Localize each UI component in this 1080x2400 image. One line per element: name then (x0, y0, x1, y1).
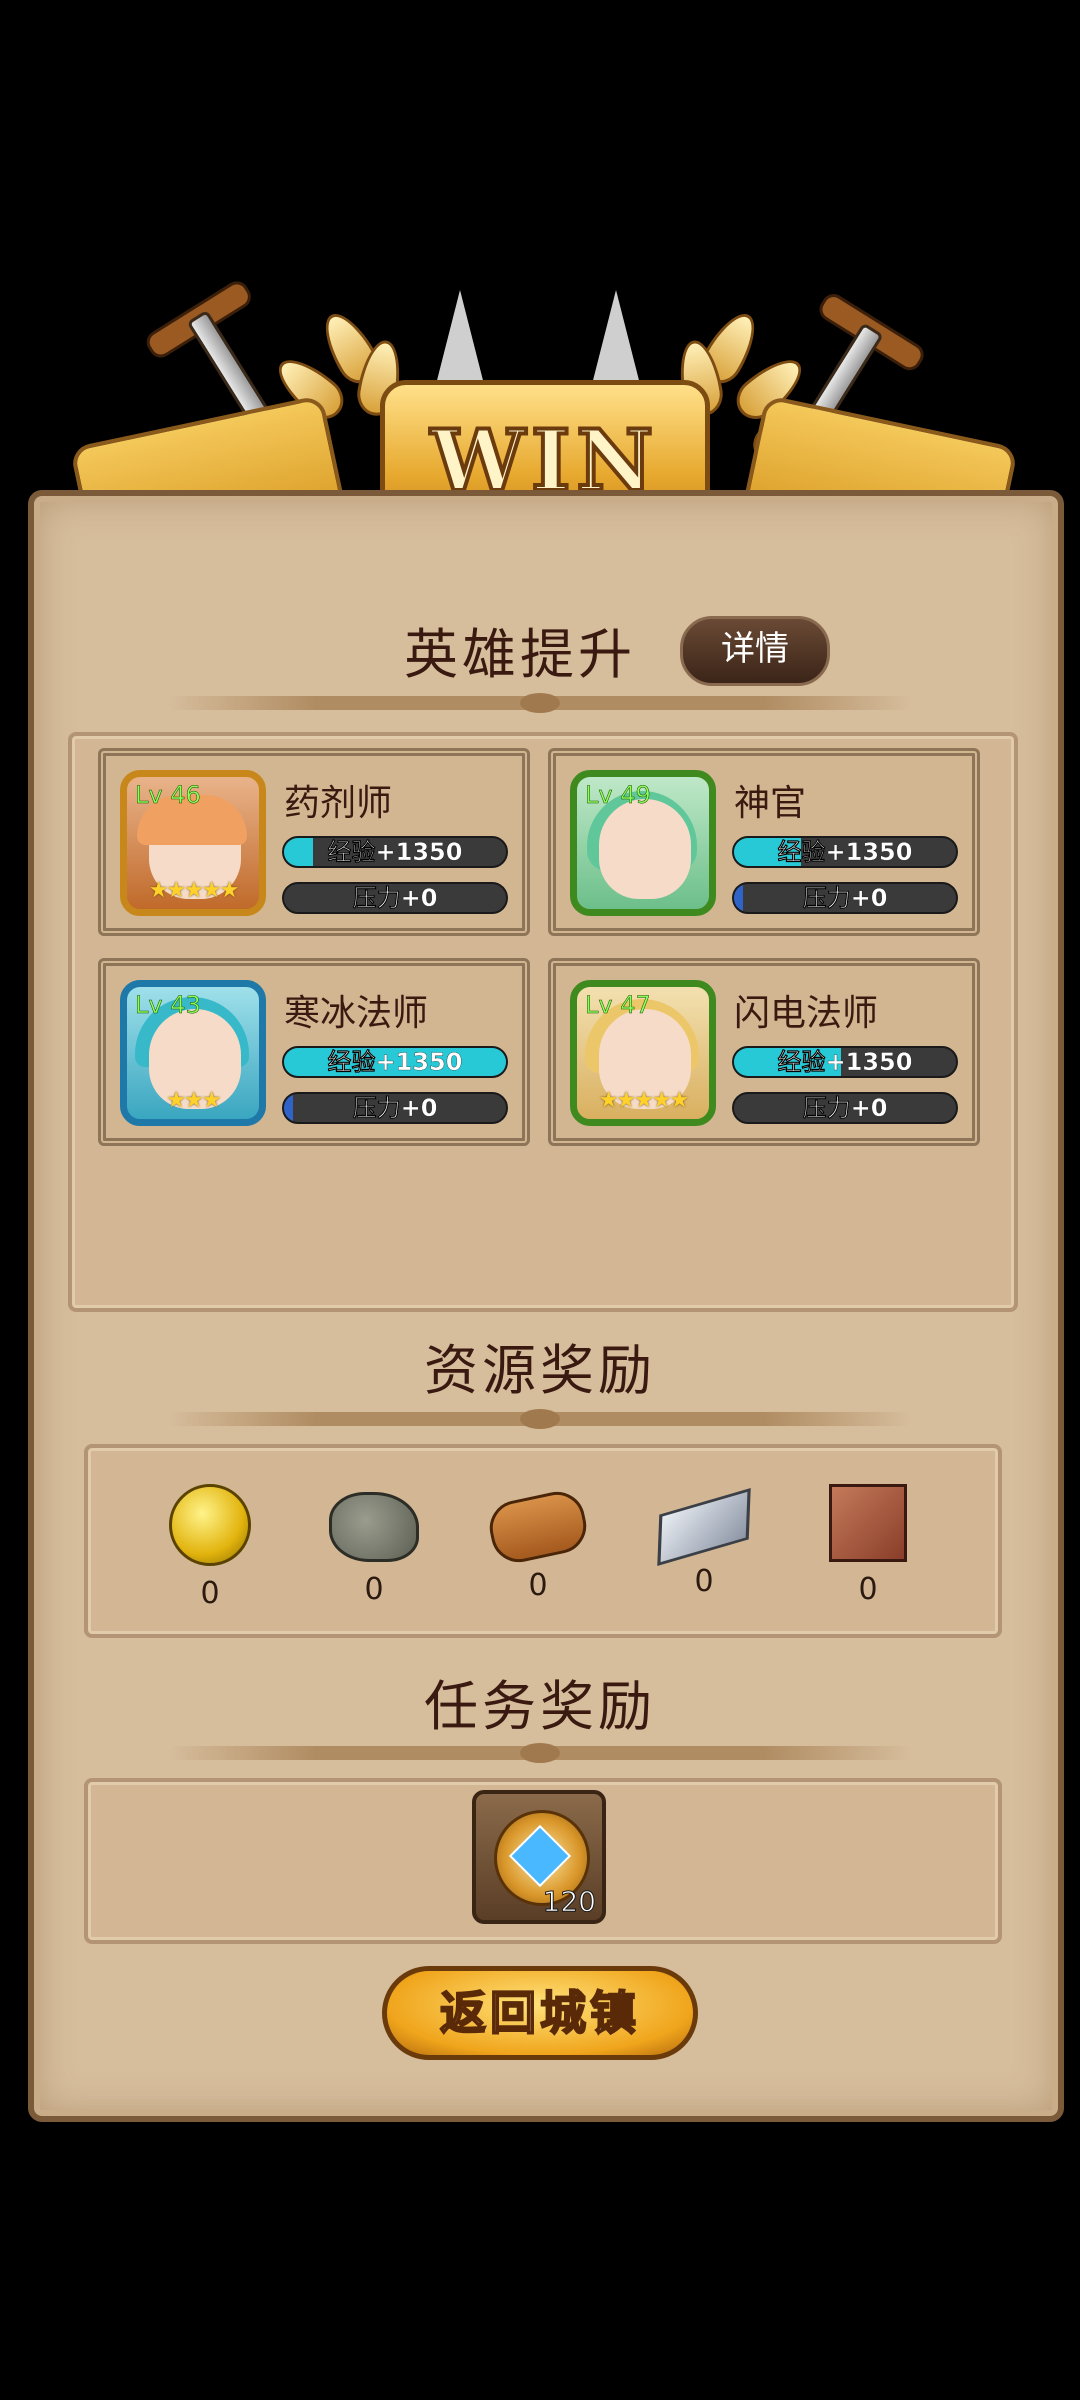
resource-section-title: 资源奖励 (424, 1339, 656, 1402)
hero-stars: ★★★★★ (148, 878, 240, 903)
resource-item: 0 (808, 1484, 928, 1607)
hero-level: Lv 46 (135, 781, 201, 810)
iron-ingot-icon (657, 1488, 751, 1566)
hero-card[interactable]: Lv 49 神官 经验+1350 压力+0 (548, 748, 980, 936)
resource-item: 0 (314, 1484, 434, 1607)
hero-level: Lv 49 (585, 781, 651, 810)
resource-count: 0 (694, 1564, 714, 1599)
stone-icon (329, 1492, 419, 1562)
hero-face-icon (599, 799, 691, 899)
hero-level: Lv 43 (135, 991, 201, 1020)
hero-level: Lv 47 (585, 991, 651, 1020)
hero-portrait: Lv 47 ★★★★★ (570, 980, 716, 1126)
exp-bar: 经验+1350 (732, 1046, 958, 1078)
divider-ornament-icon (520, 1743, 560, 1763)
gold-coin-icon (169, 1484, 251, 1566)
resource-count: 0 (364, 1572, 384, 1607)
exp-bar: 经验+1350 (732, 836, 958, 868)
exp-text: 经验+1350 (777, 1048, 913, 1076)
pressure-bar: 压力+0 (732, 882, 958, 914)
divider-ornament-icon (520, 1409, 560, 1429)
resource-item: 0 (644, 1484, 764, 1599)
mission-reward-count: 120 (542, 1885, 596, 1919)
exp-text: 经验+1350 (327, 1048, 463, 1076)
exp-text: 经验+1350 (327, 838, 463, 866)
hero-stars: ★★★ (166, 1088, 221, 1113)
resource-count: 0 (200, 1576, 220, 1611)
return-to-town-button[interactable]: 返回城镇 (382, 1966, 698, 2060)
hero-name: 闪电法师 (734, 993, 879, 1034)
resource-item: 0 (478, 1484, 598, 1603)
pressure-bar: 压力+0 (282, 1092, 508, 1124)
pressure-text: 压力+0 (802, 884, 888, 912)
hero-name: 寒冰法师 (284, 993, 429, 1034)
resource-count: 0 (528, 1568, 548, 1603)
hero-portrait: Lv 49 (570, 770, 716, 916)
hero-stars: ★★★★★ (598, 1088, 690, 1113)
hero-portrait: Lv 43 ★★★ (120, 980, 266, 1126)
detail-button[interactable]: 详情 (680, 616, 830, 686)
hero-card[interactable]: Lv 47 ★★★★★ 闪电法师 经验+1350 压力+0 (548, 958, 980, 1146)
pressure-bar: 压力+0 (732, 1092, 958, 1124)
hero-section-title: 英雄提升 (404, 623, 636, 686)
mission-reward-item: 120 (472, 1790, 606, 1924)
pressure-bar: 压力+0 (282, 882, 508, 914)
hero-card[interactable]: Lv 43 ★★★ 寒冰法师 经验+1350 压力+0 (98, 958, 530, 1146)
resource-item: 0 (150, 1484, 270, 1611)
divider-ornament-icon (520, 693, 560, 713)
hero-card[interactable]: Lv 46 ★★★★★ 药剂师 经验+1350 压力+0 (98, 748, 530, 936)
hero-name: 药剂师 (284, 783, 393, 824)
exp-text: 经验+1350 (777, 838, 913, 866)
pressure-text: 压力+0 (352, 1094, 438, 1122)
mission-section-title: 任务奖励 (424, 1675, 656, 1738)
wood-log-icon (484, 1486, 592, 1568)
pressure-text: 压力+0 (802, 1094, 888, 1122)
exp-bar: 经验+1350 (282, 836, 508, 868)
exp-bar: 经验+1350 (282, 1046, 508, 1078)
hero-name: 神官 (734, 783, 807, 824)
leather-icon (829, 1484, 907, 1562)
hero-portrait: Lv 46 ★★★★★ (120, 770, 266, 916)
pressure-text: 压力+0 (352, 884, 438, 912)
resource-count: 0 (858, 1572, 878, 1607)
